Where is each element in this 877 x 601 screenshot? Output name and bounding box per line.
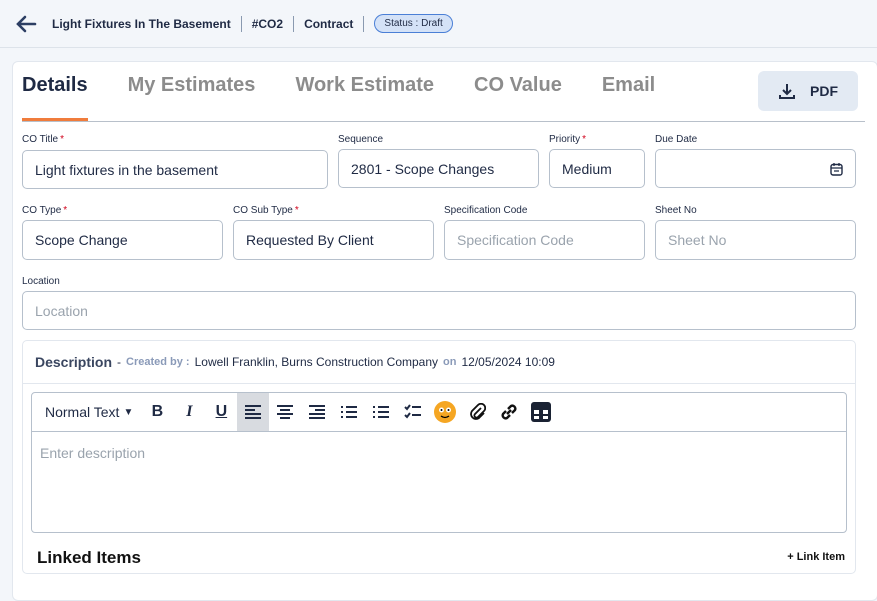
divider — [293, 15, 295, 32]
created-by-label: Created by : — [126, 356, 190, 368]
align-center-icon[interactable] — [269, 393, 301, 431]
underline-icon[interactable]: U — [205, 393, 237, 431]
text-format-select[interactable]: Normal Text ▼ — [37, 404, 141, 420]
link-item-button[interactable]: + Link Item — [787, 551, 845, 563]
priority-label: Priority — [549, 134, 581, 145]
due-date-label: Due Date — [655, 134, 698, 145]
required-mark: * — [63, 205, 68, 216]
italic-icon[interactable]: I — [173, 393, 205, 431]
spec-code-input[interactable]: Specification Code — [444, 220, 645, 260]
co-title-input[interactable]: Light fixtures in the basement — [22, 150, 328, 189]
emoji-icon[interactable] — [429, 393, 461, 431]
created-date: 12/05/2024 10:09 — [461, 355, 555, 369]
align-right-icon[interactable] — [301, 393, 333, 431]
linked-items-title: Linked Items — [37, 548, 141, 567]
co-type-label: CO Type — [22, 205, 62, 216]
tab-bar: Details My Estimates Work Estimate CO Va… — [22, 74, 695, 121]
calendar-icon[interactable] — [830, 162, 843, 176]
tab-email[interactable]: Email — [602, 74, 655, 121]
bullet-list-icon[interactable] — [333, 393, 365, 431]
contract-crumb: Contract — [304, 16, 354, 31]
align-left-icon[interactable] — [237, 393, 270, 431]
format-label: Normal Text — [45, 404, 120, 420]
created-by: Lowell Franklin, Burns Construction Comp… — [194, 355, 439, 369]
co-number-crumb: #CO2 — [251, 16, 284, 31]
tab-details[interactable]: Details — [22, 74, 88, 121]
table-icon[interactable] — [525, 393, 557, 431]
divider — [240, 15, 242, 32]
header: Light Fixtures In The Basement #CO2 Cont… — [0, 0, 877, 48]
numbered-list-icon[interactable] — [365, 393, 397, 431]
co-title-crumb: Light Fixtures In The Basement — [52, 16, 231, 31]
description-editor: Normal Text ▼ B I U Enter description — [31, 392, 847, 533]
tab-divider — [22, 121, 865, 122]
required-mark: * — [60, 134, 65, 145]
due-date-input[interactable] — [655, 149, 856, 188]
link-icon[interactable] — [493, 393, 525, 431]
spec-code-label: Specification Code — [444, 205, 528, 216]
attachment-icon[interactable] — [461, 393, 493, 431]
tab-work-estimate[interactable]: Work Estimate — [295, 74, 434, 121]
dash: - — [117, 355, 122, 369]
back-arrow-icon[interactable] — [14, 12, 38, 36]
location-label: Location — [22, 276, 60, 287]
status-badge: Status : Draft — [374, 14, 453, 33]
co-type-select[interactable]: Scope Change — [22, 220, 223, 260]
co-title-label: CO Title — [22, 134, 59, 145]
description-title: Description — [35, 354, 113, 370]
priority-select[interactable]: Medium — [549, 149, 645, 188]
checklist-icon[interactable] — [397, 393, 429, 431]
sheet-no-input[interactable]: Sheet No — [655, 220, 856, 260]
on-label: on — [443, 356, 457, 368]
sequence-label: Sequence — [338, 134, 384, 145]
required-mark: * — [582, 134, 587, 145]
sequence-select[interactable]: 2801 - Scope Changes — [338, 149, 539, 188]
description-panel: Description - Created by : Lowell Frankl… — [22, 340, 856, 574]
required-mark: * — [294, 205, 299, 216]
tab-co-value[interactable]: CO Value — [474, 74, 562, 121]
pdf-button[interactable]: PDF — [758, 71, 858, 111]
bold-icon[interactable]: B — [141, 393, 173, 431]
chevron-down-icon: ▼ — [123, 406, 134, 418]
tab-my-estimates[interactable]: My Estimates — [128, 74, 256, 121]
sheet-no-label: Sheet No — [655, 205, 697, 216]
divider — [363, 15, 365, 32]
download-icon — [779, 84, 795, 99]
editor-toolbar: Normal Text ▼ B I U — [32, 393, 846, 432]
description-textarea[interactable]: Enter description — [32, 432, 846, 474]
location-input[interactable]: Location — [22, 291, 856, 330]
co-sub-type-label: CO Sub Type — [233, 205, 293, 216]
pdf-label: PDF — [810, 83, 838, 99]
co-sub-type-select[interactable]: Requested By Client — [233, 220, 434, 260]
